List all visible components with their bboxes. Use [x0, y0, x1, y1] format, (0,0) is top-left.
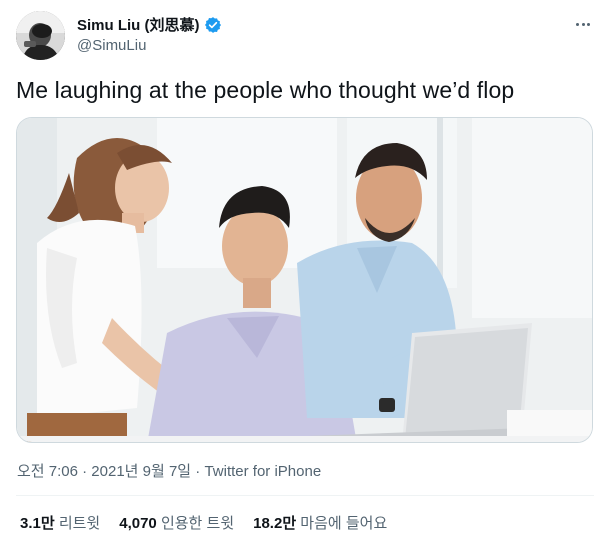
likes-label: 마음에 들어요	[300, 515, 388, 532]
quote-tweets-count: 4,070	[119, 515, 157, 532]
retweets-stat[interactable]: 3.1만 리트윗	[20, 512, 100, 533]
quote-tweets-label: 인용한 트윗	[160, 515, 235, 532]
display-name[interactable]: Simu Liu (刘思慕)	[77, 14, 200, 35]
tweet-meta: 오전 7:06 · 2021년 9월 7일 · Twitter for iPho…	[17, 460, 321, 481]
author-handle[interactable]: @SimuLiu	[77, 37, 146, 54]
author-name-row[interactable]: Simu Liu (刘思慕)	[77, 14, 222, 35]
more-options-icon[interactable]	[572, 13, 594, 35]
likes-stat[interactable]: 18.2만 마음에 들어요	[253, 512, 387, 533]
retweets-count: 3.1만	[20, 515, 55, 532]
tweet-text: Me laughing at the people who thought we…	[16, 77, 515, 103]
tweet-photo[interactable]	[16, 117, 593, 443]
divider	[16, 495, 594, 496]
quote-tweets-stat[interactable]: 4,070 인용한 트윗	[119, 512, 234, 533]
avatar[interactable]	[16, 11, 65, 60]
meta-separator: ·	[191, 463, 205, 480]
retweets-label: 리트윗	[58, 515, 101, 532]
tweet-stats: 3.1만 리트윗 4,070 인용한 트윗 18.2만 마음에 들어요	[20, 512, 406, 533]
tweet-container: Simu Liu (刘思慕) @SimuLiu Me laughing at t…	[0, 0, 610, 550]
likes-count: 18.2만	[253, 515, 297, 532]
tweet-timestamp[interactable]: 오전 7:06 · 2021년 9월 7일	[17, 463, 191, 480]
tweet-source[interactable]: Twitter for iPhone	[204, 463, 321, 480]
verified-badge-icon	[204, 16, 222, 34]
